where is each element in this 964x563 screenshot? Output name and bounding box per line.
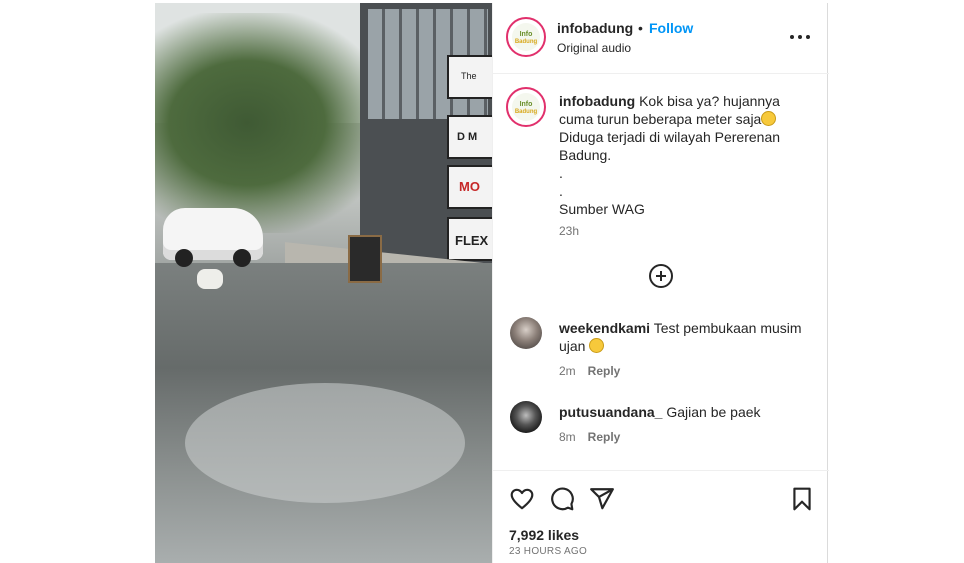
post-timestamp[interactable]: 23 HOURS AGO xyxy=(509,546,587,557)
comment-icon[interactable] xyxy=(549,486,575,512)
comment-meta: 8m Reply xyxy=(559,430,620,444)
post-header: Info Badung infobadung • Follow Original… xyxy=(493,3,829,74)
avatar-logo-text: Info xyxy=(519,101,533,108)
post-username[interactable]: infobadung xyxy=(557,20,633,36)
post-video[interactable]: The D M MO FLEX xyxy=(155,3,492,563)
video-sign: D M xyxy=(447,115,492,159)
audio-label[interactable]: Original audio xyxy=(557,41,631,55)
caption-text: infobadung Kok bisa ya? hujannya cuma tu… xyxy=(559,92,809,218)
follow-button[interactable]: Follow xyxy=(649,20,693,36)
face-emoji xyxy=(761,111,777,126)
video-sandwich-board xyxy=(348,235,382,283)
video-puddle xyxy=(185,383,465,503)
more-options-icon[interactable] xyxy=(788,27,812,47)
reply-button[interactable]: Reply xyxy=(588,430,621,444)
caption-username[interactable]: infobadung xyxy=(559,93,635,109)
video-sign: MO xyxy=(447,165,492,209)
video-car-wheel xyxy=(233,249,251,267)
avatar-logo-text: Badung xyxy=(514,39,538,45)
reply-button[interactable]: Reply xyxy=(588,364,621,378)
caption-avatar[interactable]: Info Badung xyxy=(506,87,546,127)
video-car xyxy=(163,208,263,267)
caption-time[interactable]: 23h xyxy=(559,224,579,238)
separator-dot: • xyxy=(638,20,643,36)
comment-time[interactable]: 8m xyxy=(559,430,576,444)
comment-username[interactable]: putusuandana_ xyxy=(559,404,662,420)
video-trees xyxy=(155,13,385,233)
caption-line: . xyxy=(559,183,563,199)
video-sign-text: The xyxy=(461,71,477,81)
video-sign: The xyxy=(447,55,492,99)
avatar-logo-text: Badung xyxy=(514,109,538,115)
comment-text: weekendkami Test pembukaan musim ujan xyxy=(559,319,809,355)
caption-line: Diduga terjadi di wilayah Pererenan Badu… xyxy=(559,129,781,163)
caption-line: Sumber WAG xyxy=(559,201,645,217)
video-sign-text: MO xyxy=(459,179,480,194)
commenter-avatar[interactable] xyxy=(510,317,542,349)
commenter-avatar[interactable] xyxy=(510,401,542,433)
caption-line: . xyxy=(559,165,563,181)
load-more-comments-icon[interactable] xyxy=(649,264,673,288)
video-sign-text: FLEX xyxy=(455,233,489,248)
profile-avatar[interactable]: Info Badung xyxy=(506,17,546,57)
video-car-wheel xyxy=(175,249,193,267)
video-sign: FLEX xyxy=(447,217,492,261)
post-panel: Info Badung infobadung • Follow Original… xyxy=(492,3,829,563)
comment-username[interactable]: weekendkami xyxy=(559,320,650,336)
avatar-logo-text: Info xyxy=(519,31,533,38)
heart-icon[interactable] xyxy=(509,486,535,512)
share-icon[interactable] xyxy=(589,486,615,512)
video-dog xyxy=(197,269,223,289)
laughing-emoji xyxy=(589,338,605,353)
comment-text: putusuandana_ Gajian be paek xyxy=(559,403,809,421)
comment-body: Gajian be paek xyxy=(666,404,761,420)
likes-count[interactable]: 7,992 likes xyxy=(509,527,579,543)
bookmark-icon[interactable] xyxy=(789,486,815,512)
video-sign-text: D M xyxy=(457,131,478,143)
comment-time[interactable]: 2m xyxy=(559,364,576,378)
comment-meta: 2m Reply xyxy=(559,364,620,378)
